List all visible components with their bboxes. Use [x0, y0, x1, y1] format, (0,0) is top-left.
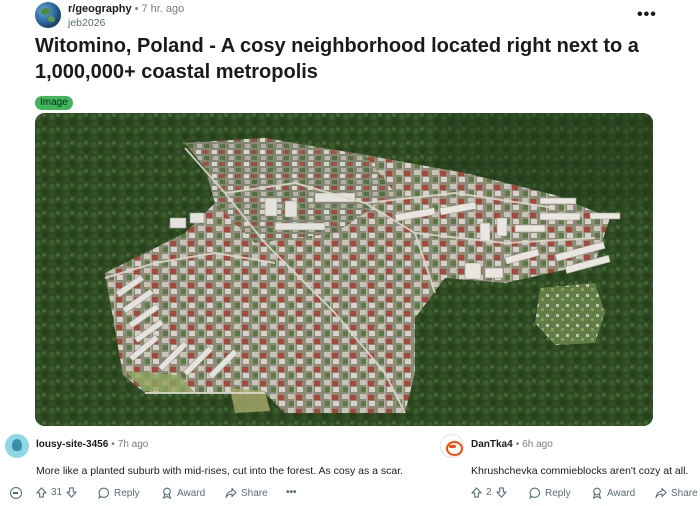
share-icon	[225, 487, 237, 499]
award-icon	[161, 487, 173, 499]
post-title[interactable]: Witomino, Poland - A cosy neighborhood l…	[35, 33, 675, 85]
comment-time: 6h ago	[522, 439, 553, 450]
downvote-icon[interactable]	[495, 487, 507, 498]
award-icon	[591, 487, 603, 499]
meta-separator: •	[111, 439, 115, 450]
aerial-neighborhood-photo	[35, 113, 653, 426]
meta-separator: •	[515, 439, 520, 450]
more-options-icon[interactable]: •••	[286, 487, 297, 498]
meta-separator: •	[134, 3, 139, 15]
post-flair[interactable]: Image	[35, 96, 73, 110]
share-icon	[655, 487, 667, 499]
share-label: Share	[671, 487, 698, 499]
reply-button[interactable]: Reply	[529, 487, 571, 499]
downvote-icon[interactable]	[66, 487, 77, 498]
post-title-line-1: Witomino, Poland - A cosy neighborhood l…	[35, 35, 639, 57]
post-image[interactable]	[35, 113, 653, 426]
award-label: Award	[607, 487, 636, 499]
reply-button[interactable]: Reply	[98, 487, 140, 499]
reply-icon	[98, 487, 110, 499]
comment-meta: DanTka4 • 6h ago	[471, 439, 553, 450]
reply-label: Reply	[545, 487, 571, 499]
more-options-icon[interactable]: •••	[637, 6, 657, 24]
award-button[interactable]: Award	[161, 487, 205, 499]
comment-meta: lousy-site-3456 • 7h ago	[36, 439, 148, 450]
vote-score: 31	[51, 487, 63, 498]
comment-author[interactable]: DanTka4	[471, 439, 513, 450]
post-title-line-2: 1,000,000+ coastal metropolis	[35, 61, 318, 83]
reply-icon	[529, 487, 541, 499]
post-time: 7 hr. ago	[141, 3, 185, 15]
reply-label: Reply	[114, 487, 140, 499]
upvote-icon[interactable]	[36, 487, 47, 498]
upvote-icon[interactable]	[471, 487, 482, 498]
share-button[interactable]: Share	[225, 487, 268, 499]
share-button[interactable]: Share	[655, 487, 698, 499]
share-label: Share	[241, 487, 268, 499]
user-avatar-icon[interactable]	[5, 434, 29, 458]
award-button[interactable]: Award	[591, 487, 635, 499]
comment-time: 7h ago	[117, 439, 149, 450]
award-label: Award	[177, 487, 206, 499]
subreddit-link[interactable]: r/geography	[68, 3, 132, 15]
comment-1: lousy-site-3456 • 7h ago More like a plant…	[0, 426, 422, 506]
post-author[interactable]: jeb2026	[68, 17, 105, 29]
comment-author[interactable]: lousy-site-3456	[36, 439, 108, 450]
user-avatar-icon[interactable]	[440, 434, 464, 458]
subreddit-globe-icon[interactable]	[35, 2, 61, 28]
vote-score: 2	[486, 487, 492, 498]
vote-controls: 2	[471, 487, 507, 498]
collapse-icon	[10, 487, 22, 499]
comment-body: Khrushchevka commieblocks aren't cozy at…	[471, 465, 689, 477]
vote-controls: 31	[36, 487, 77, 498]
post-header: r/geography • 7 hr. ago jeb2026 •••	[35, 2, 665, 30]
collapse-button[interactable]	[10, 487, 22, 499]
post-meta: r/geography • 7 hr. ago	[68, 3, 184, 15]
comment-2: DanTka4 • 6h ago Khrushchevka commieblocks…	[433, 426, 700, 506]
comment-body: More like a planted suburb with mid-rise…	[36, 465, 404, 477]
